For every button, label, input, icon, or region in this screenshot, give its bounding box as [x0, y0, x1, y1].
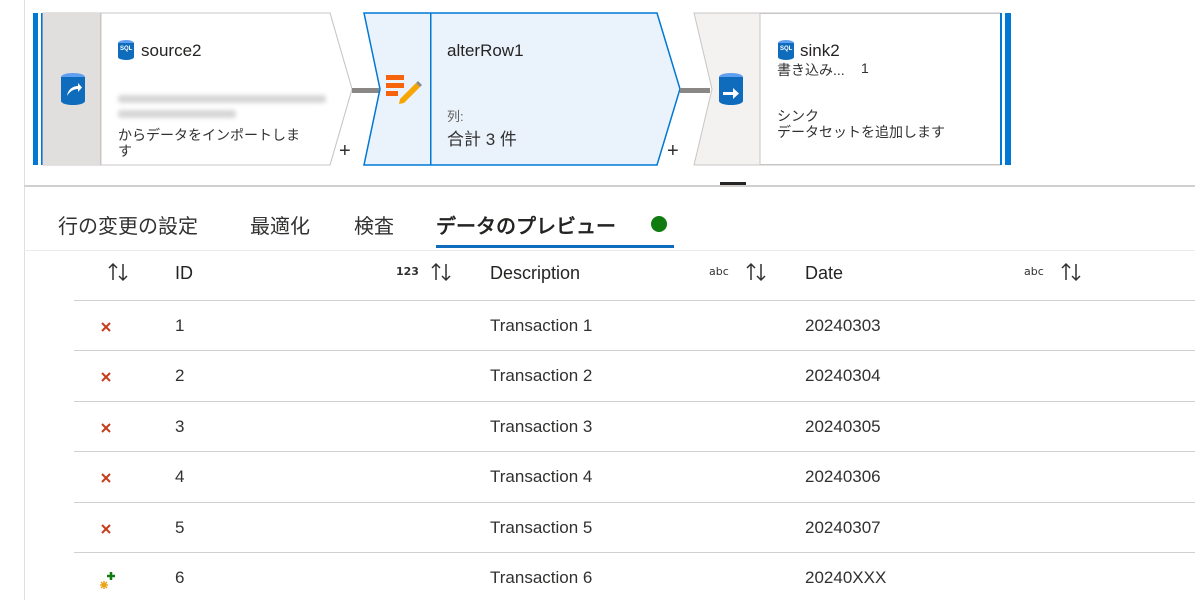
source-database-icon	[61, 73, 85, 105]
cell-date: 20240305	[805, 416, 881, 436]
active-tab-indicator	[436, 245, 674, 248]
add-transform-button[interactable]: +	[667, 140, 679, 163]
tab-data-preview[interactable]: データのプレビュー	[436, 210, 616, 239]
delete-x-icon	[98, 521, 114, 537]
grid-body: 1 Transaction 1 20240303 2 Transaction 2 2024…	[74, 301, 1195, 600]
sink-node-title: sink2	[800, 41, 840, 60]
cell-id: 2	[175, 366, 185, 386]
source-node-title: source2	[141, 41, 202, 60]
canvas-divider	[24, 185, 1195, 187]
add-transform-button[interactable]: +	[339, 140, 351, 163]
sink-node-subtitle: シンク データセットを追加します	[777, 108, 945, 140]
cell-id: 5	[175, 517, 185, 537]
cell-date: 20240XXX	[805, 567, 887, 587]
sort-icon[interactable]	[744, 260, 770, 284]
source-node-subtitle: からデータをインポートしま す	[118, 127, 300, 159]
grid-header: ID 123 Description abc Date abc	[74, 251, 1195, 301]
table-row[interactable]: 6 Transaction 6 20240XXX	[74, 553, 1195, 600]
redacted-text	[118, 95, 326, 103]
data-preview-grid: ID 123 Description abc Date abc 1 Transac…	[74, 251, 1195, 600]
sql-badge-label: SQL	[120, 46, 133, 52]
cell-id: 3	[175, 416, 185, 436]
table-row[interactable]: 5 Transaction 5 20240307	[74, 503, 1195, 553]
tab-inspect[interactable]: 検査	[354, 210, 394, 239]
cell-description: Transaction 1	[490, 316, 593, 335]
sink-write-count: 1	[861, 60, 869, 76]
sort-icon[interactable]	[429, 260, 455, 284]
column-header-description[interactable]: Description	[490, 263, 580, 284]
cell-date: 20240303	[805, 316, 881, 335]
delete-x-icon	[98, 369, 114, 385]
cell-description: Transaction 3	[490, 416, 593, 436]
type-tag-numeric: 123	[396, 265, 419, 278]
cell-date: 20240307	[805, 517, 881, 537]
tab-optimize[interactable]: 最適化	[250, 210, 310, 239]
type-tag-string: abc	[1024, 265, 1044, 278]
cell-date: 20240306	[805, 467, 881, 487]
column-header-id[interactable]: ID	[175, 263, 193, 284]
alter-columns-label: 列:	[447, 109, 464, 124]
flow-canvas: SQL SQL source2 からデータをインポートしま す + alterR…	[0, 0, 1195, 187]
table-row[interactable]: 4 Transaction 4 20240306	[74, 452, 1195, 503]
type-tag-string: abc	[709, 265, 729, 278]
tab-alter-row-settings[interactable]: 行の変更の設定	[58, 210, 198, 239]
connector-line	[680, 88, 710, 93]
cell-description: Transaction 4	[490, 467, 593, 487]
resize-handle[interactable]	[720, 182, 746, 185]
delete-x-icon	[98, 319, 114, 335]
sink-database-icon	[719, 73, 743, 105]
cell-id: 4	[175, 467, 185, 487]
alter-columns-total: 合計 3 件	[447, 130, 517, 149]
status-dot-icon	[651, 216, 667, 232]
cell-description: Transaction 5	[490, 517, 593, 537]
column-header-date[interactable]: Date	[805, 263, 843, 284]
cell-id: 1	[175, 316, 185, 335]
cell-date: 20240304	[805, 366, 881, 386]
sort-icon[interactable]	[106, 260, 132, 284]
upsert-icon	[98, 571, 115, 589]
sql-badge-label: SQL	[780, 46, 793, 52]
cell-id: 6	[175, 567, 185, 587]
redacted-text	[118, 110, 236, 118]
delete-x-icon	[98, 470, 114, 486]
sort-icon[interactable]	[1059, 260, 1085, 284]
table-row[interactable]: 2 Transaction 2 20240304	[74, 351, 1195, 402]
sink-write-label: 書き込み...	[777, 62, 845, 78]
delete-x-icon	[98, 420, 114, 436]
connector-line	[352, 88, 379, 93]
table-row[interactable]: 3 Transaction 3 20240305	[74, 402, 1195, 453]
alter-node-title: alterRow1	[447, 41, 524, 60]
tab-bar: 行の変更の設定 最適化 検査 データのプレビュー	[24, 200, 1195, 250]
cell-description: Transaction 2	[490, 366, 593, 386]
table-row[interactable]: 1 Transaction 1 20240303	[74, 301, 1195, 352]
cell-description: Transaction 6	[490, 567, 593, 587]
